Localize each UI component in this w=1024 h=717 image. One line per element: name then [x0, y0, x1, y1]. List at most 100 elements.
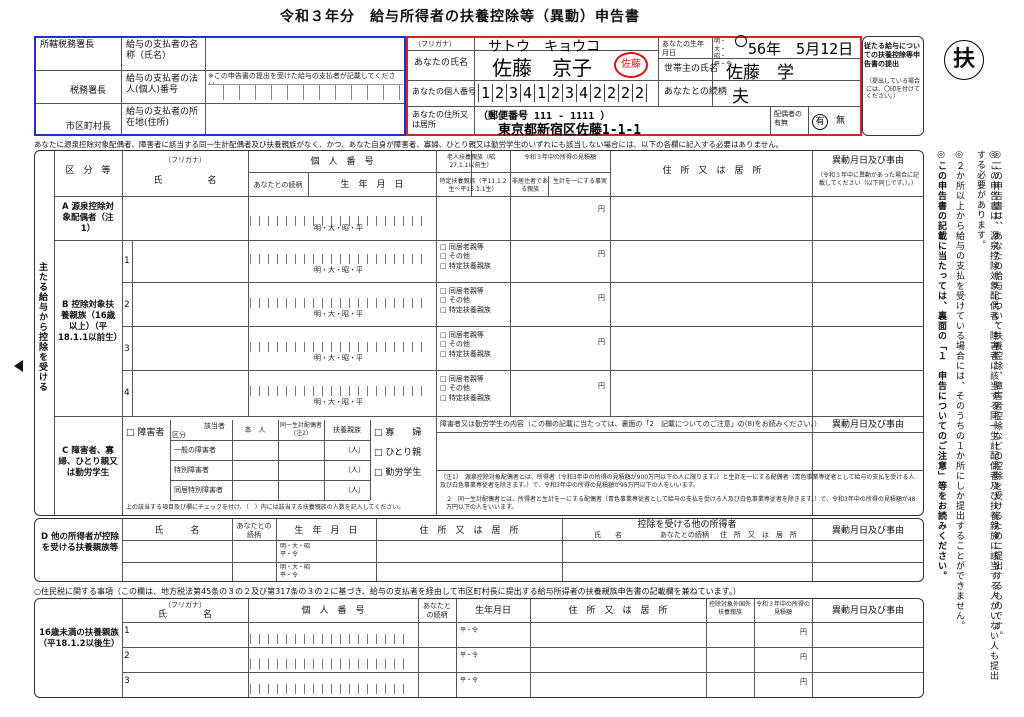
col-birth: 生 年 月 日 — [340, 180, 404, 190]
r-col-relation: あなたとの続柄 — [423, 602, 451, 619]
student-checkbox[interactable]: □ 勤労学生 — [374, 468, 421, 479]
r-col-address: 住 所 又 は 居 所 — [568, 606, 668, 616]
widow-checkbox[interactable]: □ 寡 婦 — [374, 428, 421, 439]
my-number-label: あなたの個人番号 — [412, 87, 476, 96]
right-note-2: ◎この申告書は、源泉控除対象配偶者、障害者に該当する同一生計配偶者及び扶養親族に… — [975, 150, 998, 681]
c-detail-label: 障害者又は勤労学生の内容（この欄の記載に当たっては、裏面の「2 記載についてのご… — [440, 420, 822, 428]
col-name: 氏 名 — [153, 176, 217, 186]
r-col-name: 氏 名 — [157, 610, 212, 620]
col-special: 特定扶養親族（平11.1.2生〜平15.1.1生） — [439, 178, 507, 193]
relation-label: あなたとの続柄 — [664, 87, 727, 97]
row-b2-number[interactable] — [250, 298, 430, 308]
d-row1-era: 明・大・昭 平・令 — [280, 543, 311, 558]
r-row1-yen: 円 — [800, 628, 807, 636]
col-change: 異動月日及び事由 — [831, 156, 904, 166]
c-persons-2[interactable]: （人） — [344, 466, 365, 475]
section-d-label: D 他の所得者が控除を受ける扶養親族等 — [40, 532, 120, 554]
col-elderly: 老人扶養親族（昭27.1.1以前生） — [446, 154, 495, 169]
col-income: 令和３年中の所得の見積額 — [523, 154, 596, 161]
r-row1-era: 平・令 — [460, 627, 479, 634]
payer-name-label: 給与の支払者の名称（氏名） — [126, 40, 199, 62]
disabled-checkbox[interactable]: □ 障害者 — [126, 428, 164, 439]
payer-number-boxes[interactable] — [208, 84, 403, 100]
d-col-other-name: 氏 名 — [594, 531, 622, 539]
row-b1-era: 明・大・昭・平 — [314, 266, 363, 274]
col-category: 区 分 等 — [65, 166, 111, 176]
r-row3-number[interactable] — [250, 684, 412, 694]
c-persons-3[interactable]: （人） — [344, 486, 365, 495]
row-b1-yen: 円 — [598, 250, 605, 258]
r-col-birth: 生年月日 — [474, 606, 511, 616]
row-b3-options[interactable]: □ 同居老親等 □ その他 □ 特定扶養親族 — [440, 331, 491, 359]
row-b1-options[interactable]: □ 同居老親等 □ その他 □ 特定扶養親族 — [440, 243, 491, 271]
address-label: あなたの住所又は居所 — [412, 110, 468, 129]
resident-heading: ○住民税に関する事項（この欄は、地方税法第45条の３の２及び第317条の３の２に… — [34, 587, 741, 596]
row-b4-number[interactable] — [250, 386, 430, 396]
c-cohabit-special: 同居特別障害者 — [174, 486, 223, 494]
birth-value[interactable]: 56年 5月12日 — [748, 38, 853, 59]
col-address: 住 所 又 は 居 所 — [662, 166, 762, 176]
r-row2-yen: 円 — [800, 653, 807, 661]
row-b3-index: 3 — [124, 344, 130, 354]
c-special-disabled: 特別障害者 — [174, 466, 209, 474]
c-dependent-header: 扶養親族 — [333, 426, 361, 434]
row-b2-yen: 円 — [598, 294, 605, 302]
tax-office-label: 所轄税務署長 — [40, 40, 95, 50]
row-b3-yen: 円 — [598, 338, 605, 346]
tax-office-suffix: 税務署長 — [70, 86, 107, 96]
r-col-change: 異動月日及び事由 — [831, 606, 904, 616]
left-arrow-icon — [14, 360, 23, 372]
row-b3-era: 明・大・昭・平 — [314, 354, 363, 362]
relation-value[interactable]: 夫 — [732, 82, 749, 107]
c-change-label: 異動月日及び事由 — [831, 420, 904, 430]
c-general-disabled: 一般の障害者 — [174, 446, 216, 454]
d-col-other: 控除を受ける他の所得者 — [637, 520, 737, 530]
c-note-2: ２ 同一生計配偶者とは、所得者と生計を一にする配偶者（青色事業専従者として給与の… — [446, 496, 916, 511]
d-col-other-address: 住 所 又 は 居 所 — [720, 531, 797, 539]
section-a-label: A 源泉控除対象配偶者（注1） — [61, 202, 115, 235]
form-badge: 扶 — [944, 40, 984, 80]
seal-stamp: 佐藤 — [614, 52, 648, 78]
col-remittance: 生計を一にする事実 — [552, 178, 608, 185]
c-spouse-header: 同一生計配偶者(注2) — [280, 422, 323, 437]
d-col-name: 氏 名 — [154, 526, 200, 536]
row-b4-era: 明・大・昭・平 — [314, 398, 363, 406]
my-number-digits[interactable]: 123412342222 — [478, 84, 647, 102]
section-b-label: B 控除対象扶養親族（16歳以上）（平18.1.1以前生） — [58, 300, 123, 344]
intro-text: あなたに源泉控除対象配偶者、障害者に該当する同一生計配偶者及び扶養親族がなく、か… — [34, 140, 784, 149]
payer-address-label: 給与の支払者の所在地(住所) — [126, 107, 199, 129]
row-b4-index: 4 — [124, 388, 130, 398]
row-b2-index: 2 — [124, 300, 130, 310]
r-row1-number[interactable] — [250, 634, 412, 644]
row-b3-number[interactable] — [250, 342, 430, 352]
head-of-household-label: 世帯主の氏名 — [664, 64, 719, 74]
d-col-relation: あなたとの続柄 — [236, 522, 272, 539]
row-b2-options[interactable]: □ 同居老親等 □ その他 □ 特定扶養親族 — [440, 287, 491, 315]
c-applicant-header: 該当者 — [204, 422, 225, 430]
row-b2-era: 明・大・昭・平 — [314, 310, 363, 318]
row-b1-number[interactable] — [250, 254, 430, 264]
row-b4-options[interactable]: □ 同居老親等 □ その他 □ 特定扶養親族 — [440, 375, 491, 403]
row-b1-index: 1 — [124, 256, 130, 266]
c-persons-1[interactable]: （人） — [344, 446, 365, 455]
single-parent-checkbox[interactable]: □ ひとり親 — [374, 448, 421, 459]
era-circle-mark — [735, 35, 747, 47]
r-col-furigana: （フリガナ） — [164, 601, 206, 609]
section-c-label: C 障害者、寡婦、ひとり親又は勤労学生 — [58, 446, 118, 479]
r-row3-index: 3 — [124, 676, 130, 686]
spouse-no-option[interactable]: 無 — [836, 116, 845, 127]
d-col-address: 住 所 又 は 居 所 — [419, 526, 519, 536]
r-row2-index: 2 — [124, 651, 130, 661]
address-value[interactable]: 東京都新宿区佐藤1-1-1 — [498, 119, 641, 138]
head-of-household-value[interactable]: 佐藤 学 — [726, 58, 794, 83]
d-col-birth: 生 年 月 日 — [294, 526, 358, 536]
r-row2-number[interactable] — [250, 659, 412, 669]
c-check-note: 上の該当する項目及び欄にチェックを付け、（ ）内には該当する扶養親族の人数を記入… — [126, 504, 405, 511]
name-value[interactable]: 佐藤 京子 — [492, 52, 592, 81]
section-a-yen: 円 — [598, 205, 605, 213]
secondary-salary-note: 従たる給与についての扶養控除等申告書の提出 — [864, 42, 920, 69]
name-label: あなたの氏名 — [414, 58, 469, 68]
r-row3-yen: 円 — [800, 678, 807, 686]
col-relation: あなたとの続柄 — [253, 181, 303, 189]
spouse-yes-option[interactable]: 有 — [812, 114, 828, 130]
